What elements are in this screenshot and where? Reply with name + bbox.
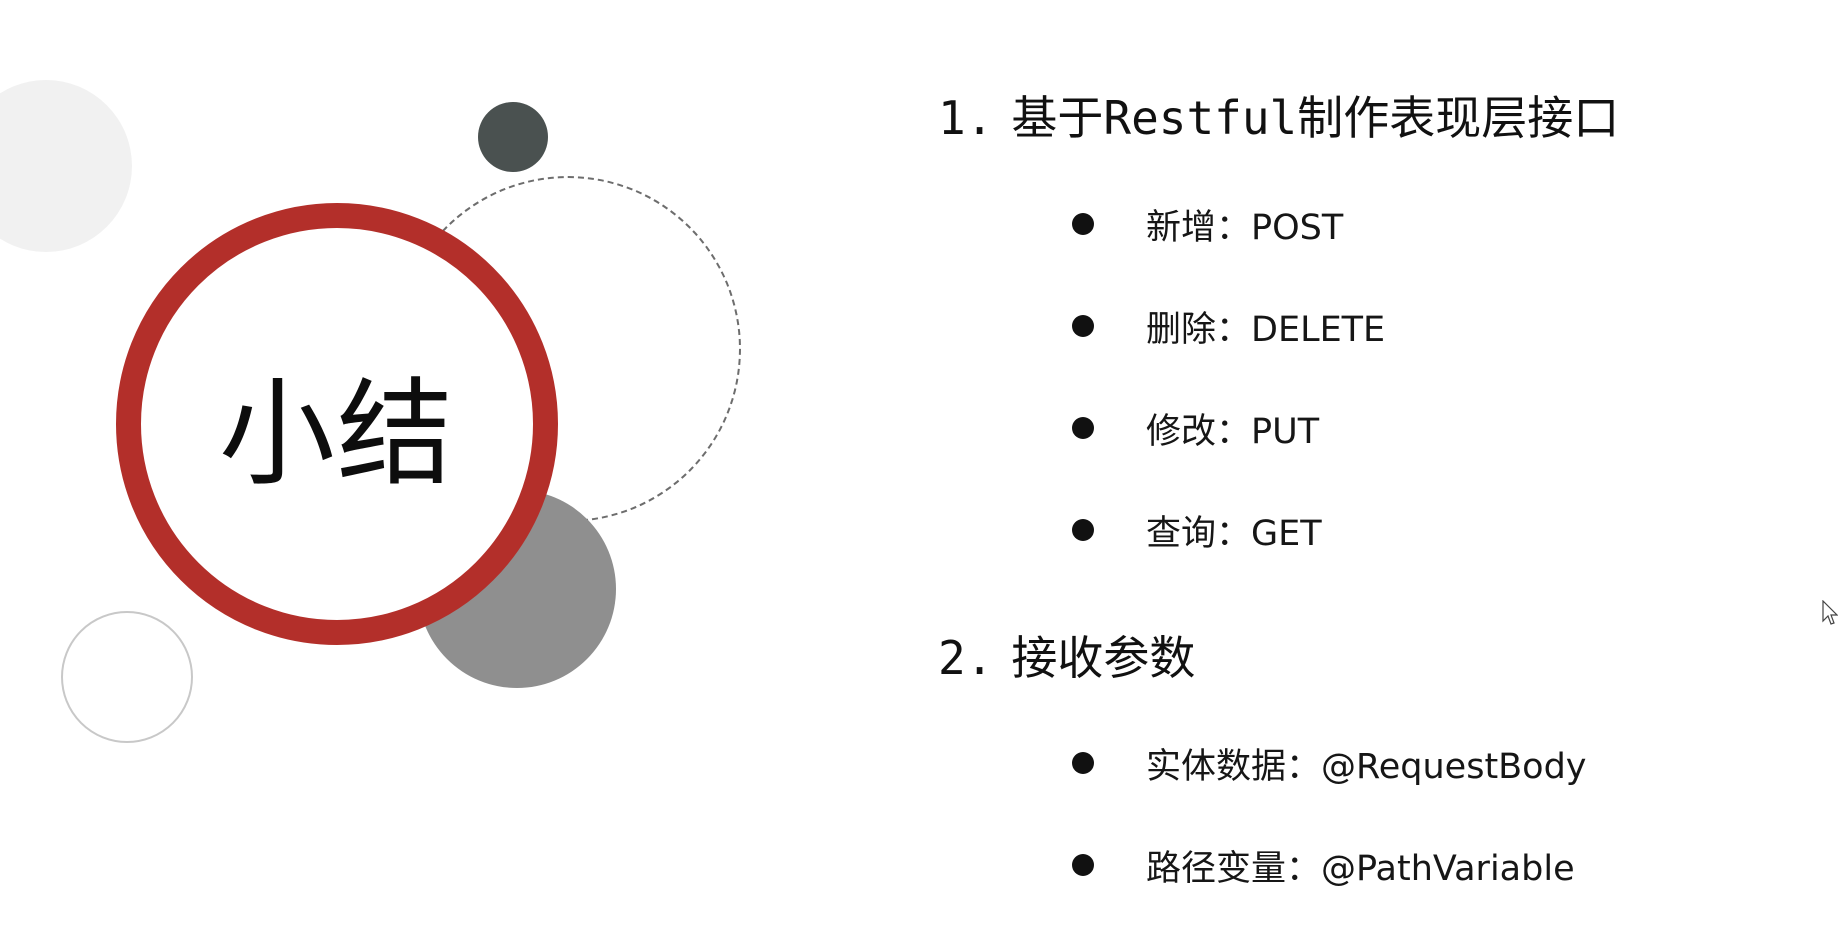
list-item: 查询：GET: [1070, 479, 1385, 581]
bullet-dot-icon: [1072, 417, 1094, 439]
list-item: 新增：POST: [1070, 173, 1385, 275]
section-heading: 2. 接收参数: [938, 622, 1195, 688]
bullet-dot-icon: [1072, 854, 1094, 876]
http-methods-list: 新增：POST 删除：DELETE 修改：PUT 查询：GET: [1070, 173, 1385, 581]
section-heading-text: 接收参数: [1011, 631, 1196, 685]
list-item-label: 实体数据：@RequestBody: [1146, 746, 1587, 787]
bullet-dot-icon: [1072, 213, 1094, 235]
section-params: 2. 接收参数: [938, 622, 1195, 688]
param-annotations-list: 实体数据：@RequestBody 路径变量：@PathVariable: [1070, 712, 1587, 916]
section-number: 1.: [938, 91, 994, 145]
bullet-dot-icon: [1072, 315, 1094, 337]
list-item: 修改：PUT: [1070, 377, 1385, 479]
list-item-label: 查询：GET: [1146, 513, 1322, 554]
list-item-label: 修改：PUT: [1146, 411, 1320, 452]
list-item: 实体数据：@RequestBody: [1070, 712, 1587, 814]
list-item-label: 删除：DELETE: [1146, 309, 1386, 350]
decorative-pale-circle: [0, 80, 132, 252]
list-item-label: 新增：POST: [1146, 207, 1344, 248]
section-number: 2.: [938, 631, 994, 685]
bullet-dot-icon: [1072, 752, 1094, 774]
list-item: 删除：DELETE: [1070, 275, 1385, 377]
list-item: 路径变量：@PathVariable: [1070, 814, 1587, 916]
section-restful: 1. 基于Restful制作表现层接口: [938, 82, 1619, 148]
list-item-label: 路径变量：@PathVariable: [1146, 848, 1575, 889]
slide-title: 小结: [219, 367, 455, 502]
section-heading-text: 基于Restful制作表现层接口: [1011, 91, 1620, 145]
mouse-cursor-icon: [1822, 600, 1838, 625]
bullet-dot-icon: [1072, 519, 1094, 541]
section-heading: 1. 基于Restful制作表现层接口: [938, 82, 1619, 148]
decorative-dark-circle: [478, 102, 548, 172]
